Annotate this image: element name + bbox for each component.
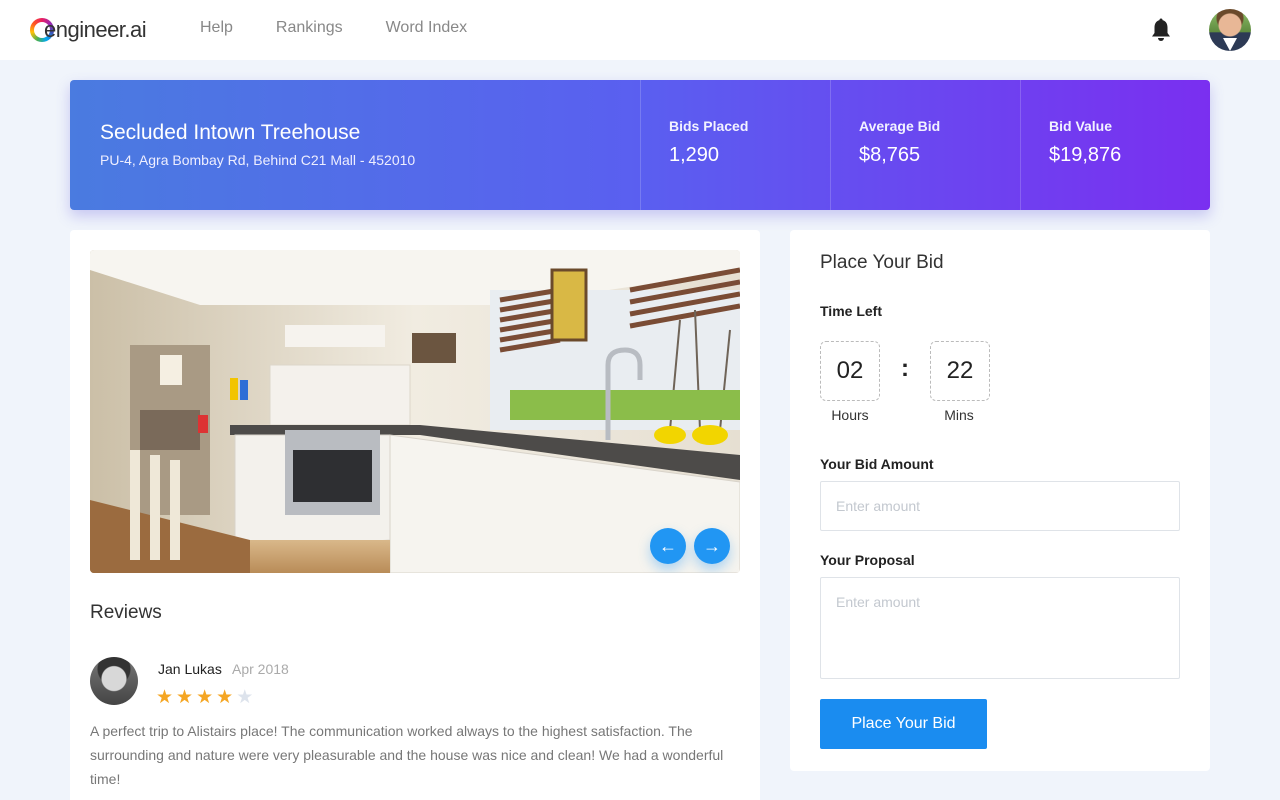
stat-label: Bid Value [1049, 118, 1113, 134]
listing-banner: Secluded Intown Treehouse PU-4, Agra Bom… [70, 80, 1210, 210]
stat-bid-value: Bid Value $19,876 [1020, 80, 1210, 210]
time-separator: : [901, 355, 909, 382]
gallery-next-button[interactable]: → [694, 528, 730, 564]
reviewer-name: Jan Lukas [158, 661, 222, 677]
stat-label: Average Bid [859, 118, 941, 134]
stat-value: $8,765 [859, 144, 921, 166]
logo-text: engineer.ai [44, 17, 147, 42]
stat-value: 1,290 [669, 144, 720, 166]
stat-value: $19,876 [1049, 144, 1122, 166]
mins-label: Mins [944, 407, 974, 423]
star-filled-icon: ★ [196, 687, 214, 708]
bid-amount-label: Your Bid Amount [820, 456, 934, 472]
nav-help[interactable]: Help [200, 19, 233, 37]
star-filled-icon: ★ [156, 687, 174, 708]
proposal-label: Your Proposal [820, 552, 915, 568]
kitchen-illustration [90, 250, 740, 573]
star-empty-icon: ★ [236, 687, 254, 708]
listing-details-card: ← → Reviews Jan Lukas Apr 2018 ★ ★ ★ ★ ★ A p… [70, 230, 760, 800]
kitchen-photo: ← → [90, 250, 740, 573]
hours-box: 02 [820, 341, 880, 401]
stat-label: Bids Placed [669, 118, 749, 134]
bid-amount-input[interactable] [820, 481, 1180, 531]
nav-rankings[interactable]: Rankings [276, 19, 343, 37]
top-navigation: engineer.ai Help Rankings Word Index [0, 0, 1280, 60]
bell-icon[interactable] [1150, 18, 1172, 42]
avatar[interactable] [1209, 9, 1251, 51]
review-date: Apr 2018 [232, 661, 289, 677]
stat-bids-placed: Bids Placed 1,290 [640, 80, 830, 210]
review-text: A perfect trip to Alistairs place! The c… [90, 723, 724, 787]
reviews-title: Reviews [90, 602, 162, 623]
stat-average-bid: Average Bid $8,765 [830, 80, 1020, 210]
star-filled-icon: ★ [216, 687, 234, 708]
proposal-textarea[interactable] [820, 577, 1180, 679]
place-bid-button[interactable]: Place Your Bid [820, 699, 987, 749]
nav-word-index[interactable]: Word Index [386, 19, 468, 37]
time-left-label: Time Left [820, 303, 882, 319]
listing-title: Secluded Intown Treehouse [100, 121, 361, 144]
star-filled-icon: ★ [176, 687, 194, 708]
mins-box: 22 [930, 341, 990, 401]
reviewer-avatar [90, 657, 138, 705]
hours-label: Hours [831, 407, 869, 423]
main-nav: Help Rankings Word Index [200, 19, 467, 37]
listing-address: PU-4, Agra Bombay Rd, Behind C21 Mall - … [100, 152, 416, 168]
rating-stars: ★ ★ ★ ★ ★ [156, 686, 253, 709]
bid-form-title: Place Your Bid [820, 252, 944, 273]
bid-form-card: Place Your Bid Time Left 02 : 22 Hours M… [790, 230, 1210, 771]
engineer-ai-logo[interactable]: engineer.ai [30, 14, 147, 46]
gallery-prev-button[interactable]: ← [650, 528, 686, 564]
